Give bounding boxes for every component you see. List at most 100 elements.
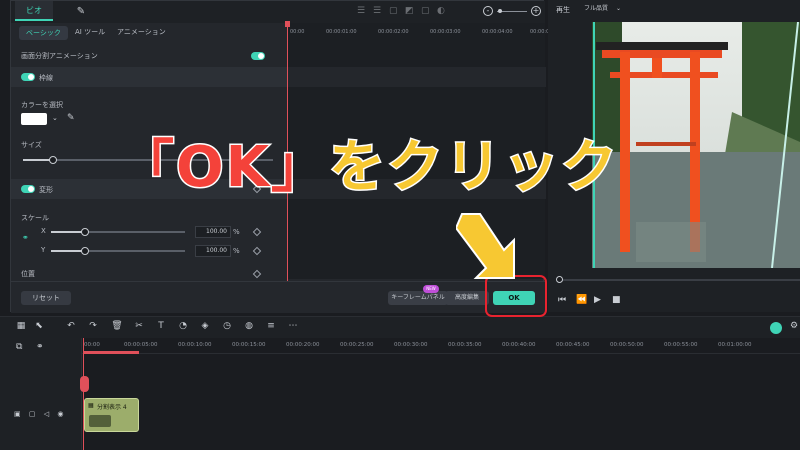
settings-icon[interactable]: ⚙	[790, 321, 798, 331]
stop-icon[interactable]: ■	[612, 295, 621, 305]
zoom-slider-knob[interactable]	[498, 9, 502, 13]
quality-select[interactable]: フル品質 ⌄	[584, 3, 644, 14]
clip-label: 分割表示 4	[97, 404, 127, 411]
subtab-ai-tools[interactable]: AI ツール	[75, 27, 105, 37]
zoom-out-icon[interactable]: -	[483, 6, 493, 16]
eye-icon[interactable]: ◉	[57, 410, 63, 418]
preview-scrubber-knob[interactable]	[556, 276, 563, 283]
speed-icon[interactable]: ◔	[176, 321, 190, 331]
y-percent: %	[233, 247, 240, 255]
link-icon[interactable]: ⚭	[22, 233, 29, 242]
scale-x-input[interactable]: 100.00	[195, 226, 231, 238]
position-keyframe-icon[interactable]	[252, 269, 262, 279]
video-preview[interactable]	[592, 22, 800, 268]
panel-footer: リセット キーフレームパネル 高度編集 OK	[11, 281, 545, 313]
timeline-ruler[interactable]: 00:00 00:00:05:00 00:00:10:00 00:00:15:0…	[82, 338, 800, 354]
select-icon[interactable]: ⬉	[32, 321, 46, 331]
arrow-icon	[456, 213, 515, 279]
scale-x-keyframe-icon[interactable]	[252, 227, 262, 237]
timeline-clip[interactable]: ▦ 分割表示 4	[84, 398, 139, 432]
eyedropper-icon[interactable]: ✎	[67, 113, 75, 123]
tl-ruler-label: 00:00:50:00	[610, 342, 644, 348]
scale-y-knob[interactable]	[81, 247, 89, 255]
scale-y-input[interactable]: 100.00	[195, 245, 231, 257]
border-section: 枠線	[11, 67, 287, 87]
crop-icon[interactable]: ▢	[389, 6, 398, 16]
timeline-panel: ⧉ ⚭ ▣ ▢ ◁ ◉ 00:00 00:00:05:00 00:00:10:0…	[0, 338, 800, 450]
tl-ruler-label: 00:00:05:00	[124, 342, 158, 348]
cut-icon[interactable]: ✂	[132, 321, 146, 331]
color-icon[interactable]: ◈	[198, 321, 212, 331]
zoom-in-icon[interactable]: +	[531, 6, 541, 16]
keyframe-panel-button[interactable]: キーフレームパネル	[388, 291, 448, 305]
split-anim-toggle[interactable]	[251, 52, 265, 60]
tl-ruler-label: 00:00:35:00	[448, 342, 482, 348]
fit-icon[interactable]: ☰	[357, 6, 365, 16]
tl-ruler-label: 00:00:45:00	[556, 342, 590, 348]
kf-ruler-label: 00:00:03:00	[430, 29, 461, 35]
kf-ruler-label: 00:00:0	[530, 29, 550, 35]
kf-row-divider	[288, 67, 546, 87]
work-area-bar[interactable]	[83, 351, 139, 354]
add-track-icon[interactable]: ⧉	[16, 342, 22, 352]
size-slider-knob[interactable]	[49, 156, 57, 164]
border-toggle[interactable]	[21, 73, 35, 81]
tl-ruler-label: 00:00:40:00	[502, 342, 536, 348]
edit-toolbar: ▦ ⬉ ↶ ↷ 🗑 ✂ T ◔ ◈ ◷ ◍ ≡ ⋯ ⚙	[0, 316, 800, 338]
step-back-icon[interactable]: ⏪	[576, 295, 587, 305]
tab-video[interactable]: ビオ	[15, 1, 53, 21]
caption-click-text: をクリック	[328, 134, 619, 202]
split-icon[interactable]: ☰	[373, 6, 381, 16]
tl-ruler-label: 00:00:30:00	[394, 342, 428, 348]
new-badge: NEW	[423, 285, 439, 293]
scale-y-fill	[51, 250, 85, 252]
tl-ruler-label: 00:00:20:00	[286, 342, 320, 348]
video-track-icon: ▣	[14, 410, 21, 418]
redo-icon[interactable]: ↷	[86, 321, 100, 331]
mask-icon[interactable]: ◍	[242, 321, 256, 331]
speed-icon[interactable]: ◐	[437, 6, 445, 16]
color-label: カラーを選択	[21, 101, 63, 109]
scale-y-keyframe-icon[interactable]	[252, 246, 262, 256]
panel-tabbar: ビオ ✎ ☰ ☰ ▢ ◩ ▢ ◐ - +	[11, 1, 545, 23]
x-label: X	[41, 227, 46, 235]
reset-button[interactable]: リセット	[21, 291, 71, 305]
undo-icon[interactable]: ↶	[64, 321, 78, 331]
timeline-playhead[interactable]	[83, 338, 84, 450]
layout-icon[interactable]: ▦	[14, 321, 28, 331]
folder-icon[interactable]: ▢	[29, 410, 36, 418]
adjust-icon[interactable]: ≡	[264, 321, 278, 331]
x-percent: %	[233, 228, 240, 236]
delete-icon[interactable]: 🗑	[110, 321, 124, 331]
adjust-icon[interactable]: ▢	[421, 6, 430, 16]
split-anim-label: 画面分割アニメーション	[21, 52, 98, 60]
play-icon[interactable]: ▶	[594, 295, 601, 305]
chevron-down-icon[interactable]: ⌄	[52, 114, 58, 122]
color-swatch[interactable]	[21, 113, 47, 125]
keyframe-playhead-handle[interactable]	[285, 21, 290, 27]
link-clips-icon[interactable]: ⚭	[36, 342, 44, 352]
playhead-handle[interactable]	[80, 376, 89, 392]
volume-icon[interactable]: ◁	[44, 410, 49, 418]
timer-icon[interactable]: ◷	[220, 321, 234, 331]
text-icon[interactable]: T	[154, 321, 168, 331]
transform-toggle[interactable]	[21, 185, 35, 193]
size-label: サイズ	[21, 141, 42, 149]
mask-icon[interactable]: ◩	[405, 6, 414, 16]
instruction-caption: 「OK」をクリック	[117, 122, 619, 203]
advanced-edit-button[interactable]: 高度編集	[445, 291, 489, 305]
prev-frame-icon[interactable]: ⏮	[558, 295, 566, 305]
more-icon[interactable]: ⋯	[286, 321, 300, 331]
subtab-animation[interactable]: アニメーション	[117, 27, 166, 37]
preview-scrubber[interactable]	[558, 279, 800, 281]
subtab-basic[interactable]: ベーシック	[19, 26, 68, 40]
torii-gate-image	[592, 22, 800, 268]
tab-edit[interactable]: ✎	[73, 4, 89, 20]
position-label: 位置	[21, 270, 35, 278]
subtab-bar: ベーシック AI ツール アニメーション	[11, 23, 281, 43]
tl-ruler-label: 00:00:15:00	[232, 342, 266, 348]
scale-x-knob[interactable]	[81, 228, 89, 236]
render-toggle[interactable]	[770, 322, 782, 334]
kf-ruler-label: 00:00	[290, 29, 305, 35]
topbar-tools: ☰ ☰ ▢ ◩ ▢ ◐	[357, 5, 477, 19]
